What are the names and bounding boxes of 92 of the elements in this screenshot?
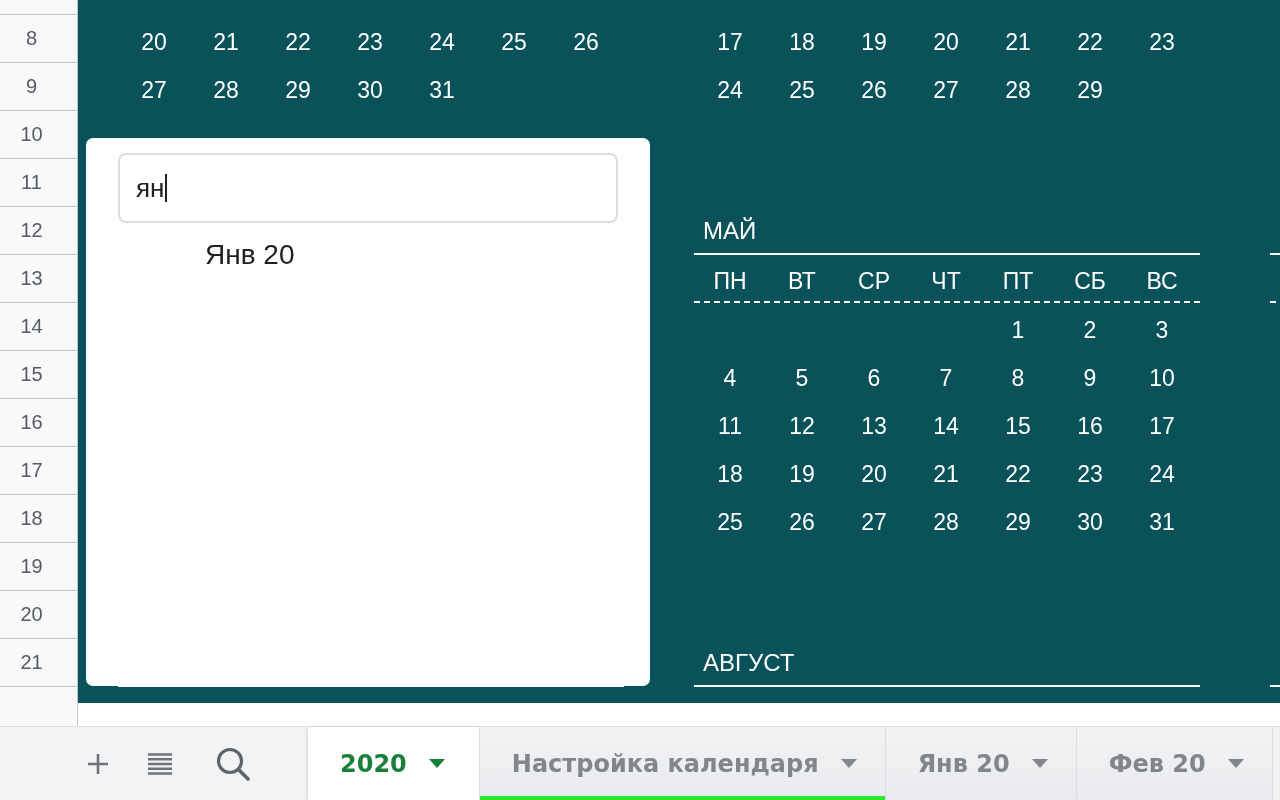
caret-icon xyxy=(1227,759,1244,768)
calendar-day: 1 xyxy=(1011,316,1025,343)
row-number: 17 xyxy=(20,459,43,482)
calendar-day: 21 xyxy=(1005,28,1031,55)
calendar-day: 19 xyxy=(789,460,815,487)
row-number: 10 xyxy=(20,123,43,146)
row-number: 19 xyxy=(20,555,43,578)
calendar-day: 25 xyxy=(789,76,815,103)
weekday-label: СБ xyxy=(1074,267,1106,294)
calendar-day: 15 xyxy=(1005,412,1031,439)
calendar-day: 18 xyxy=(717,460,743,487)
weekday-label: ЧТ xyxy=(931,267,961,294)
row-number: 16 xyxy=(20,411,43,434)
row-number: 8 xyxy=(25,27,38,50)
calendar-day: 30 xyxy=(1077,508,1103,535)
calendar-day: 18 xyxy=(789,28,815,55)
calendar-day: 28 xyxy=(213,76,239,103)
calendar-day: 21 xyxy=(933,460,959,487)
weekday-label: ВС xyxy=(1146,267,1178,294)
calendar-day: 22 xyxy=(1005,460,1031,487)
calendar-day: 2 xyxy=(1083,316,1097,343)
calendar-day: 3 xyxy=(1155,316,1169,343)
calendar-day: 31 xyxy=(1149,508,1175,535)
calendar-day: 24 xyxy=(1149,460,1175,487)
sheet-tab[interactable]: Янв 20 xyxy=(885,727,1077,800)
calendar-day: 20 xyxy=(933,28,959,55)
calendar-day: 6 xyxy=(867,364,881,391)
caret-icon xyxy=(840,759,857,768)
calendar-day: 16 xyxy=(1077,412,1103,439)
row-number: 15 xyxy=(20,363,43,386)
plus-icon xyxy=(88,753,108,774)
calendar-day: 29 xyxy=(1005,508,1031,535)
sheet-tab[interactable]: 2020 xyxy=(308,727,480,800)
calendar-day: 12 xyxy=(789,412,815,439)
caret-icon xyxy=(1031,759,1048,768)
list-icon xyxy=(148,752,172,775)
calendar-day: 23 xyxy=(1077,460,1103,487)
caret-icon xyxy=(428,759,445,768)
calendar-day: 8 xyxy=(1011,364,1025,391)
calendar-day: 23 xyxy=(357,28,383,55)
calendar-day: 11 xyxy=(718,412,742,439)
row-number: 13 xyxy=(20,267,43,290)
calendar-day: 14 xyxy=(933,412,959,439)
calendar-day: 26 xyxy=(861,76,887,103)
calendar-day: 29 xyxy=(285,76,311,103)
weekday-label: СР xyxy=(858,267,890,294)
row-number: 14 xyxy=(20,315,43,338)
weekday-label: ПТ xyxy=(1002,267,1034,294)
sheet-tab[interactable]: Настройка календаря xyxy=(479,727,886,800)
sheet-tab[interactable]: Фев 20 xyxy=(1076,727,1273,800)
calendar-day: 22 xyxy=(1077,28,1103,55)
row-number: 9 xyxy=(25,75,38,98)
calendar-day: 13 xyxy=(861,412,887,439)
weekday-label: ПН xyxy=(713,267,747,294)
calendar-day: 20 xyxy=(861,460,887,487)
calendar-day: 9 xyxy=(1083,364,1097,391)
row-number: 12 xyxy=(20,219,43,242)
calendar-day: 21 xyxy=(213,28,239,55)
calendar-day: 19 xyxy=(861,28,887,55)
calendar-day: 27 xyxy=(933,76,959,103)
calendar-day: 17 xyxy=(1149,412,1175,439)
row-number: 20 xyxy=(20,603,43,626)
row-number: 21 xyxy=(20,651,43,674)
row-number: 11 xyxy=(21,171,42,194)
suggestion-item[interactable]: Янв 20 xyxy=(197,236,303,274)
calendar-day: 31 xyxy=(429,76,455,103)
calendar-day: 5 xyxy=(795,364,809,391)
search-icon xyxy=(216,746,250,781)
calendar-day: 27 xyxy=(141,76,167,103)
calendar-day: 7 xyxy=(939,364,953,391)
calendar-day: 27 xyxy=(861,508,887,535)
calendar-day: 24 xyxy=(717,76,743,103)
calendar-day: 23 xyxy=(1149,28,1175,55)
calendar-day: 28 xyxy=(933,508,959,535)
calendar-day: 26 xyxy=(573,28,599,55)
calendar-day: 4 xyxy=(723,364,737,391)
weekday-label: ВТ xyxy=(788,267,816,294)
month-title: МАЙ xyxy=(703,218,757,244)
month-title: АВГУСТ xyxy=(703,650,795,676)
calendar-day: 25 xyxy=(717,508,743,535)
calendar-day: 24 xyxy=(429,28,455,55)
calendar-day: 29 xyxy=(1077,76,1103,103)
calendar-day: 22 xyxy=(285,28,311,55)
calendar-day: 10 xyxy=(1149,364,1175,391)
calendar-day: 25 xyxy=(501,28,527,55)
calendar-day: 30 xyxy=(357,76,383,103)
calendar-day: 26 xyxy=(789,508,815,535)
row-number: 18 xyxy=(20,507,43,530)
calendar-day: 20 xyxy=(141,28,167,55)
calendar-day: 17 xyxy=(717,28,743,55)
search-field[interactable]: ян xyxy=(118,153,618,223)
calendar-day: 28 xyxy=(1005,76,1031,103)
